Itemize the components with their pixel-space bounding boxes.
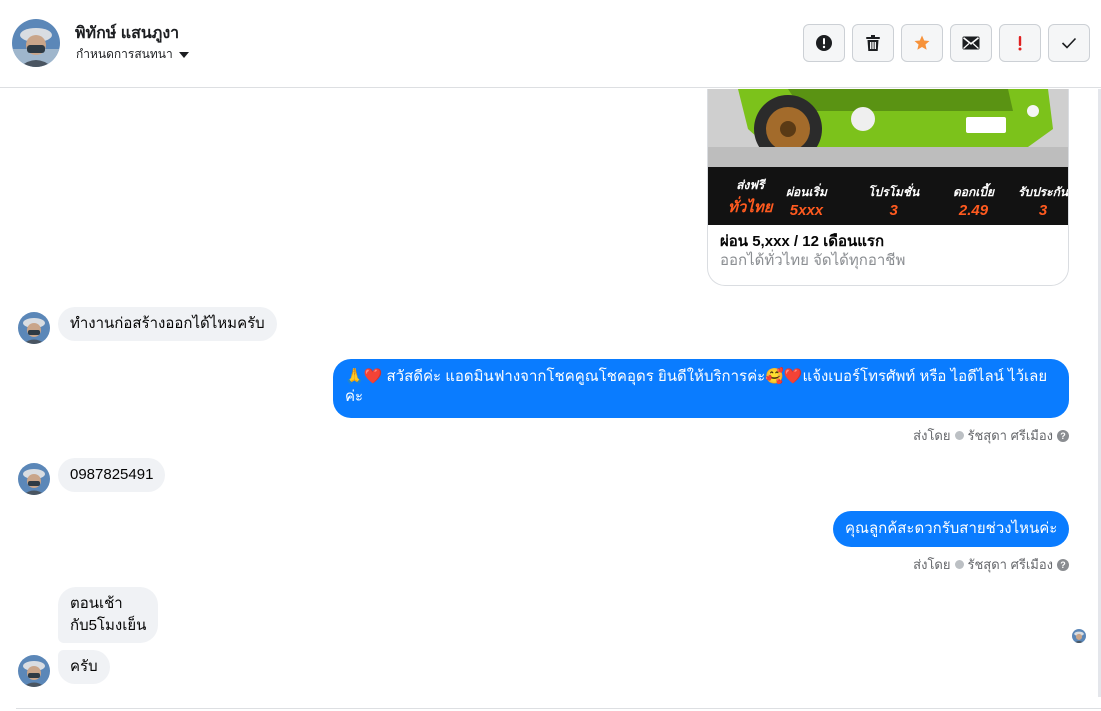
agent-status-icon — [954, 560, 964, 569]
ad-image: ส่งฟรี ทั่วไทย ผ่อนเริ่ม 5xxx โปรโมชั่น … — [708, 89, 1069, 225]
sent-by-prefix: ส่งโดย — [913, 557, 951, 572]
done-button[interactable] — [1048, 24, 1090, 62]
message-thread: ส่งฟรี ทั่วไทย ผ่อนเริ่ม 5xxx โปรโมชั่น … — [0, 89, 1101, 709]
checkmark-icon — [1061, 37, 1077, 49]
promo-warranty: รับประกัน 3 — [1018, 185, 1069, 219]
envelope-icon — [962, 36, 980, 50]
sent-by-agent[interactable]: รัชสุดา ศรีเมือง — [968, 554, 1054, 575]
contact-avatar-small[interactable] — [18, 312, 50, 344]
star-icon — [914, 35, 930, 50]
sent-by-agent[interactable]: รัชสุดา ศรีเมือง — [968, 425, 1054, 446]
exclamation-icon — [1018, 36, 1022, 51]
ad-promo-strip: ส่งฟรี ทั่วไทย ผ่อนเริ่ม 5xxx โปรโมชั่น … — [708, 167, 1069, 225]
composer-divider — [16, 708, 1101, 709]
incoming-message-line: ตอนเช้า — [70, 595, 123, 612]
alert-circle-icon — [816, 35, 832, 51]
star-button[interactable] — [901, 24, 943, 62]
outgoing-message-line: 🙏❤️ สวัสดีค่ะ แอดมินฟางจากโชคคูณโชคอุดร … — [345, 368, 1048, 385]
seen-indicator-avatar — [1072, 629, 1086, 643]
contact-name[interactable]: พิทักษ์ แสนภูงา — [75, 21, 179, 46]
delete-button[interactable] — [852, 24, 894, 62]
sent-by-prefix: ส่งโดย — [913, 428, 951, 443]
ad-card[interactable]: ส่งฟรี ทั่วไทย ผ่อนเริ่ม 5xxx โปรโมชั่น … — [707, 89, 1069, 286]
incoming-message[interactable]: ทำงานก่อสร้างออกได้ไหมครับ — [58, 307, 277, 341]
promo-promotion: โปรโมชั่น 3 — [868, 185, 920, 219]
incoming-message[interactable]: ครับ — [58, 650, 110, 684]
spam-button[interactable] — [803, 24, 845, 62]
incoming-message-line: กับ5โมงเย็น — [70, 617, 147, 634]
help-icon[interactable]: ? — [1057, 429, 1069, 442]
incoming-message[interactable]: ตอนเช้า กับ5โมงเย็น — [58, 587, 159, 643]
assign-conversation-label: กำหนดการสนทนา — [76, 47, 173, 61]
outgoing-message[interactable]: 🙏❤️ สวัสดีค่ะ แอดมินฟางจากโชคคูณโชคอุดร … — [333, 359, 1069, 418]
outgoing-message[interactable]: คุณลูกค้สะดวกรับสายช่วงไหนค่ะ — [833, 511, 1070, 547]
incoming-message[interactable]: 0987825491 — [58, 458, 166, 492]
follow-up-button[interactable] — [999, 24, 1041, 62]
help-icon[interactable]: ? — [1057, 558, 1069, 571]
promo-interest: ดอกเบี้ย 2.49 — [953, 185, 995, 219]
assign-conversation-dropdown[interactable]: กำหนดการสนทนา — [76, 45, 189, 64]
contact-avatar-small[interactable] — [18, 655, 50, 687]
caret-down-icon — [178, 52, 189, 58]
ad-description: ออกได้ทั่วไทย จัดได้ทุกอาชีพ — [720, 252, 906, 269]
promo-free-shipping: ส่งฟรี ทั่วไทย — [728, 178, 773, 216]
trash-icon — [866, 35, 880, 51]
agent-status-icon — [954, 431, 964, 440]
contact-avatar[interactable] — [12, 19, 60, 67]
conversation-toolbar — [803, 24, 1090, 62]
promo-installment: ผ่อนเริ่ม 5xxx — [786, 185, 827, 219]
outgoing-message-line: ค่ะ — [345, 388, 364, 405]
contact-avatar-small[interactable] — [18, 463, 50, 495]
sent-by-label: ส่งโดย รัชสุดา ศรีเมือง ? — [913, 554, 1069, 575]
conversation-header: พิทักษ์ แสนภูงา กำหนดการสนทนา — [0, 0, 1101, 88]
sent-by-label: ส่งโดย รัชสุดา ศรีเมือง ? — [913, 425, 1069, 446]
mark-unread-button[interactable] — [950, 24, 992, 62]
